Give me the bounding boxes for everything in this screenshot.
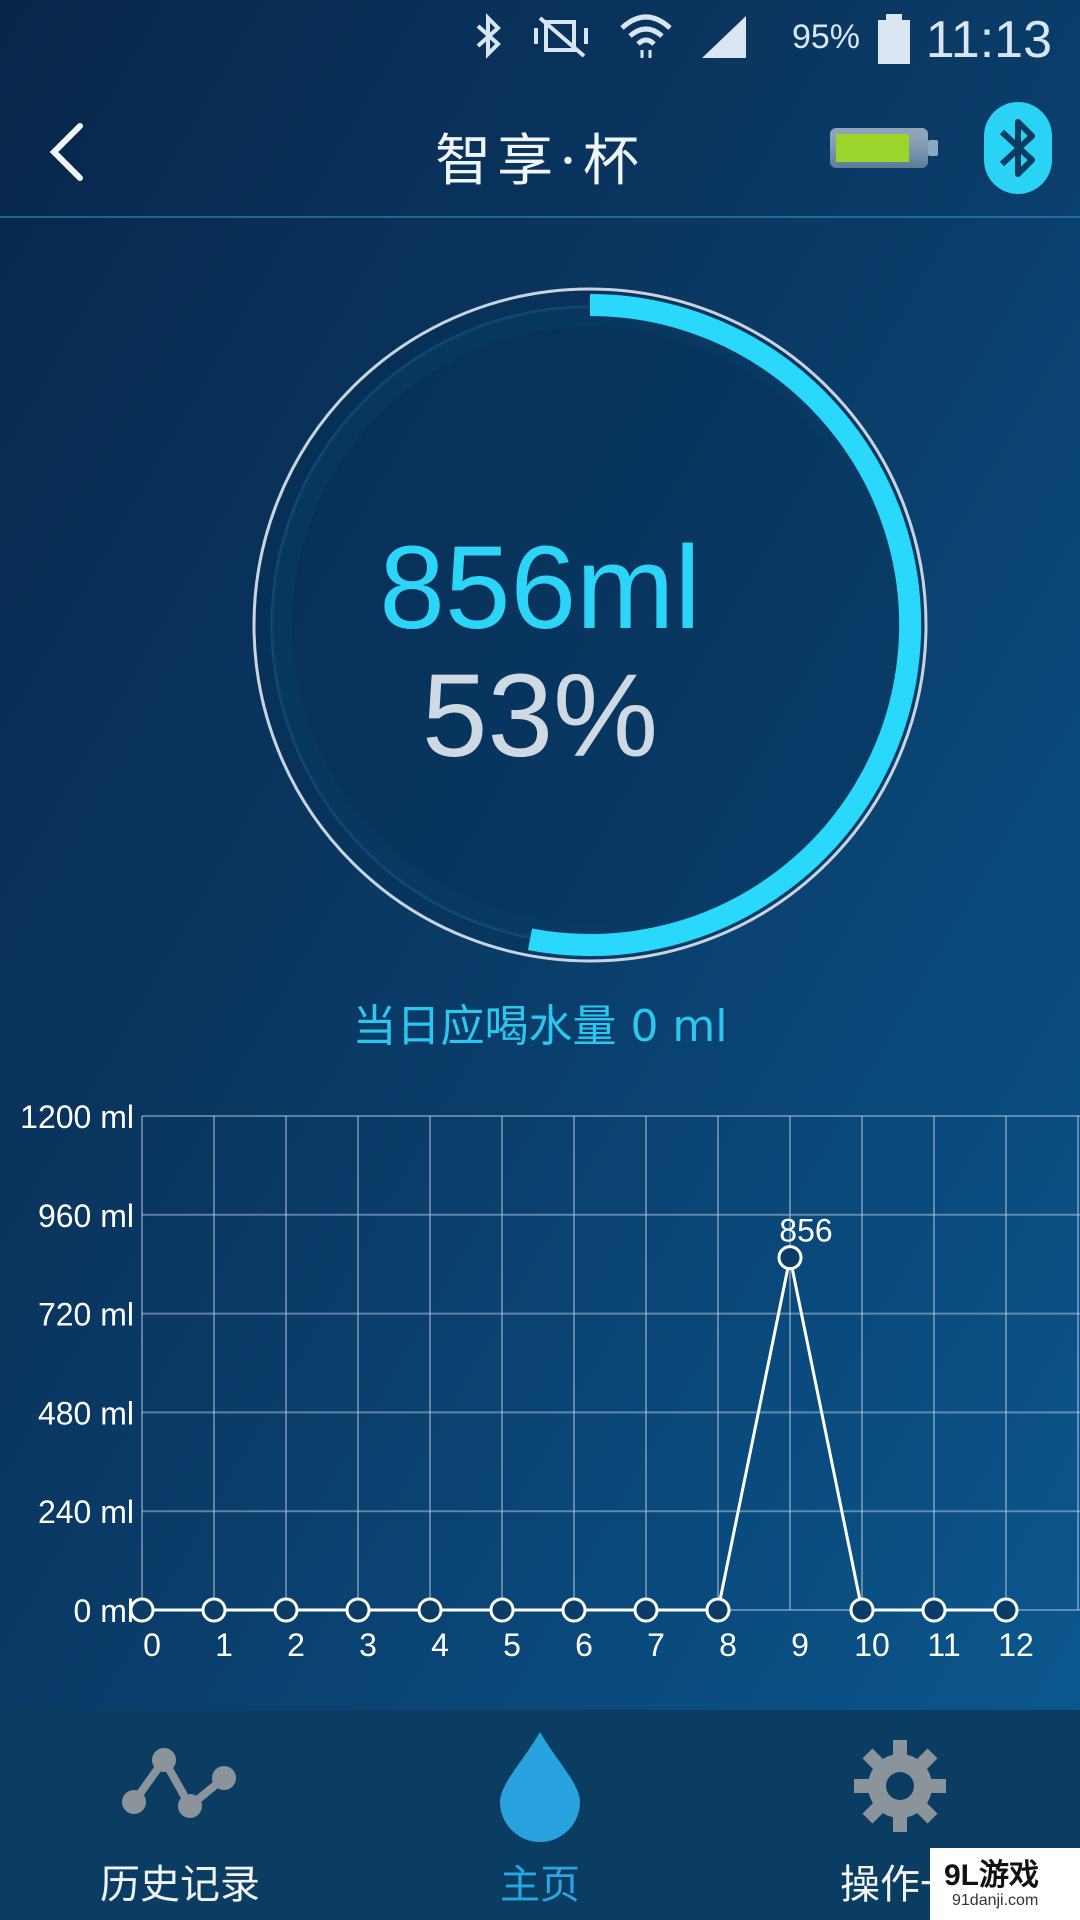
hourly-intake-chart: 0 ml240 ml480 ml720 ml960 ml1200 ml0 1 2 3 4… [20, 1099, 1080, 1663]
data-point [489, 1597, 515, 1623]
signal-icon [702, 16, 746, 58]
data-point [417, 1597, 443, 1623]
data-point [633, 1597, 659, 1623]
data-point [345, 1597, 371, 1623]
clock: 11:13 [925, 11, 1052, 69]
data-point [273, 1597, 299, 1623]
x-tick-label: 4 [431, 1627, 449, 1663]
x-tick-label: 7 [647, 1627, 665, 1663]
device-battery-icon [830, 128, 938, 168]
top-bar: 智享·杯 [0, 80, 1080, 218]
x-tick-label: 12 [998, 1627, 1034, 1663]
x-tick-label: 10 [854, 1627, 890, 1663]
bluetooth-icon [999, 119, 1035, 177]
x-tick-label: 5 [503, 1627, 521, 1663]
nav-home-label: 主页 [500, 1862, 580, 1908]
history-chart-icon [122, 1748, 236, 1818]
x-tick-label: 3 [359, 1627, 377, 1663]
watermark: 9L游戏 91danji.com [930, 1848, 1080, 1920]
data-point [993, 1597, 1019, 1623]
data-point [777, 1245, 803, 1271]
y-tick-label: 240 ml [38, 1494, 134, 1530]
data-point [921, 1597, 947, 1623]
y-tick-label: 1200 ml [20, 1099, 134, 1135]
nav-home[interactable]: 主页 [360, 1710, 720, 1920]
gear-icon [854, 1740, 946, 1832]
nav-history-label: 历史记录 [100, 1862, 260, 1908]
data-label: 856 [779, 1213, 832, 1249]
status-icons [472, 12, 750, 60]
y-tick-label: 960 ml [38, 1198, 134, 1234]
water-percent: 53% [421, 650, 659, 782]
bluetooth-connect-button[interactable] [984, 102, 1052, 194]
x-tick-label: 0 [143, 1627, 161, 1663]
y-tick-label: 480 ml [38, 1395, 134, 1431]
x-tick-label: 9 [791, 1627, 809, 1663]
y-tick-label: 0 ml [74, 1593, 134, 1629]
x-tick-label: 8 [719, 1627, 737, 1663]
wifi-icon [620, 14, 672, 58]
x-tick-label: 11 [927, 1627, 960, 1663]
x-tick-label: 2 [287, 1627, 305, 1663]
data-point [705, 1597, 731, 1623]
vibrate-mute-icon [534, 16, 588, 58]
water-amount: 856ml [379, 522, 701, 654]
data-point [849, 1597, 875, 1623]
data-point [201, 1597, 227, 1623]
nav-history[interactable]: 历史记录 [0, 1710, 360, 1920]
bottom-nav: 历史记录 主页 操作一 9L游戏 91danji.com [0, 1710, 1080, 1920]
watermark-url: 91danji.com [952, 1892, 1039, 1909]
data-point [129, 1597, 155, 1623]
status-bar: 95% 11:13 [0, 0, 1080, 80]
daily-target-text: 当日应喝水量 0 ml [352, 1001, 728, 1052]
battery-icon [878, 14, 910, 64]
water-drop-icon [500, 1732, 580, 1842]
y-tick-label: 720 ml [38, 1297, 134, 1333]
battery-percent: 95% [791, 18, 860, 56]
bluetooth-icon [476, 13, 501, 59]
x-tick-label: 6 [575, 1627, 593, 1663]
data-point [561, 1597, 587, 1623]
watermark-logo: 9L游戏 [944, 1859, 1040, 1892]
x-tick-label: 1 [215, 1627, 233, 1663]
